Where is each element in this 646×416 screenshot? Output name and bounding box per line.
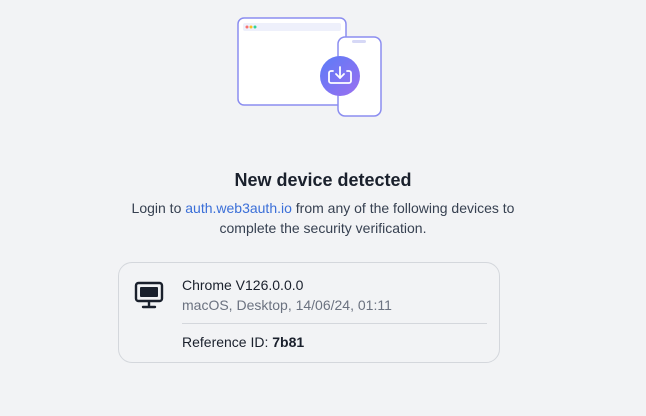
device-card: Chrome V126.0.0.0 macOS, Desktop, 14/06/… xyxy=(118,262,500,363)
instruction-text: Login to auth.web3auth.io from any of th… xyxy=(120,198,526,238)
device-details: macOS, Desktop, 14/06/24, 01:11 xyxy=(182,297,392,313)
reference-id-row: Reference ID: 7b81 xyxy=(182,333,304,351)
reference-id-value: 7b81 xyxy=(272,334,305,350)
device-sync-illustration xyxy=(237,17,382,117)
instruction-text-start: Login to xyxy=(131,200,186,216)
auth-domain-link[interactable]: auth.web3auth.io xyxy=(185,200,292,216)
page-title: New device detected xyxy=(234,170,412,190)
desktop-monitor-icon xyxy=(134,281,164,309)
reference-id-label: Reference ID: xyxy=(182,334,273,350)
device-browser-name: Chrome V126.0.0.0 xyxy=(182,277,304,293)
card-divider xyxy=(182,323,487,324)
